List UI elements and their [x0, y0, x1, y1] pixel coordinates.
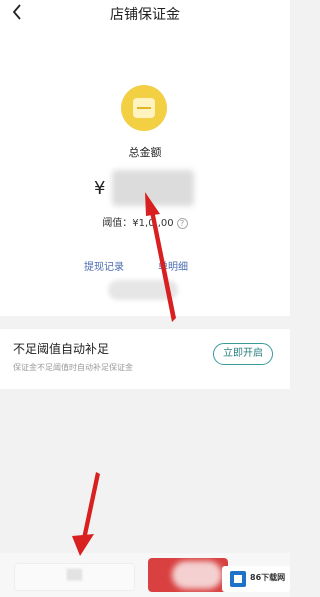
arrow-down-icon [72, 472, 100, 556]
arrow-up-icon [145, 192, 176, 322]
annotation-arrows [72, 192, 176, 556]
